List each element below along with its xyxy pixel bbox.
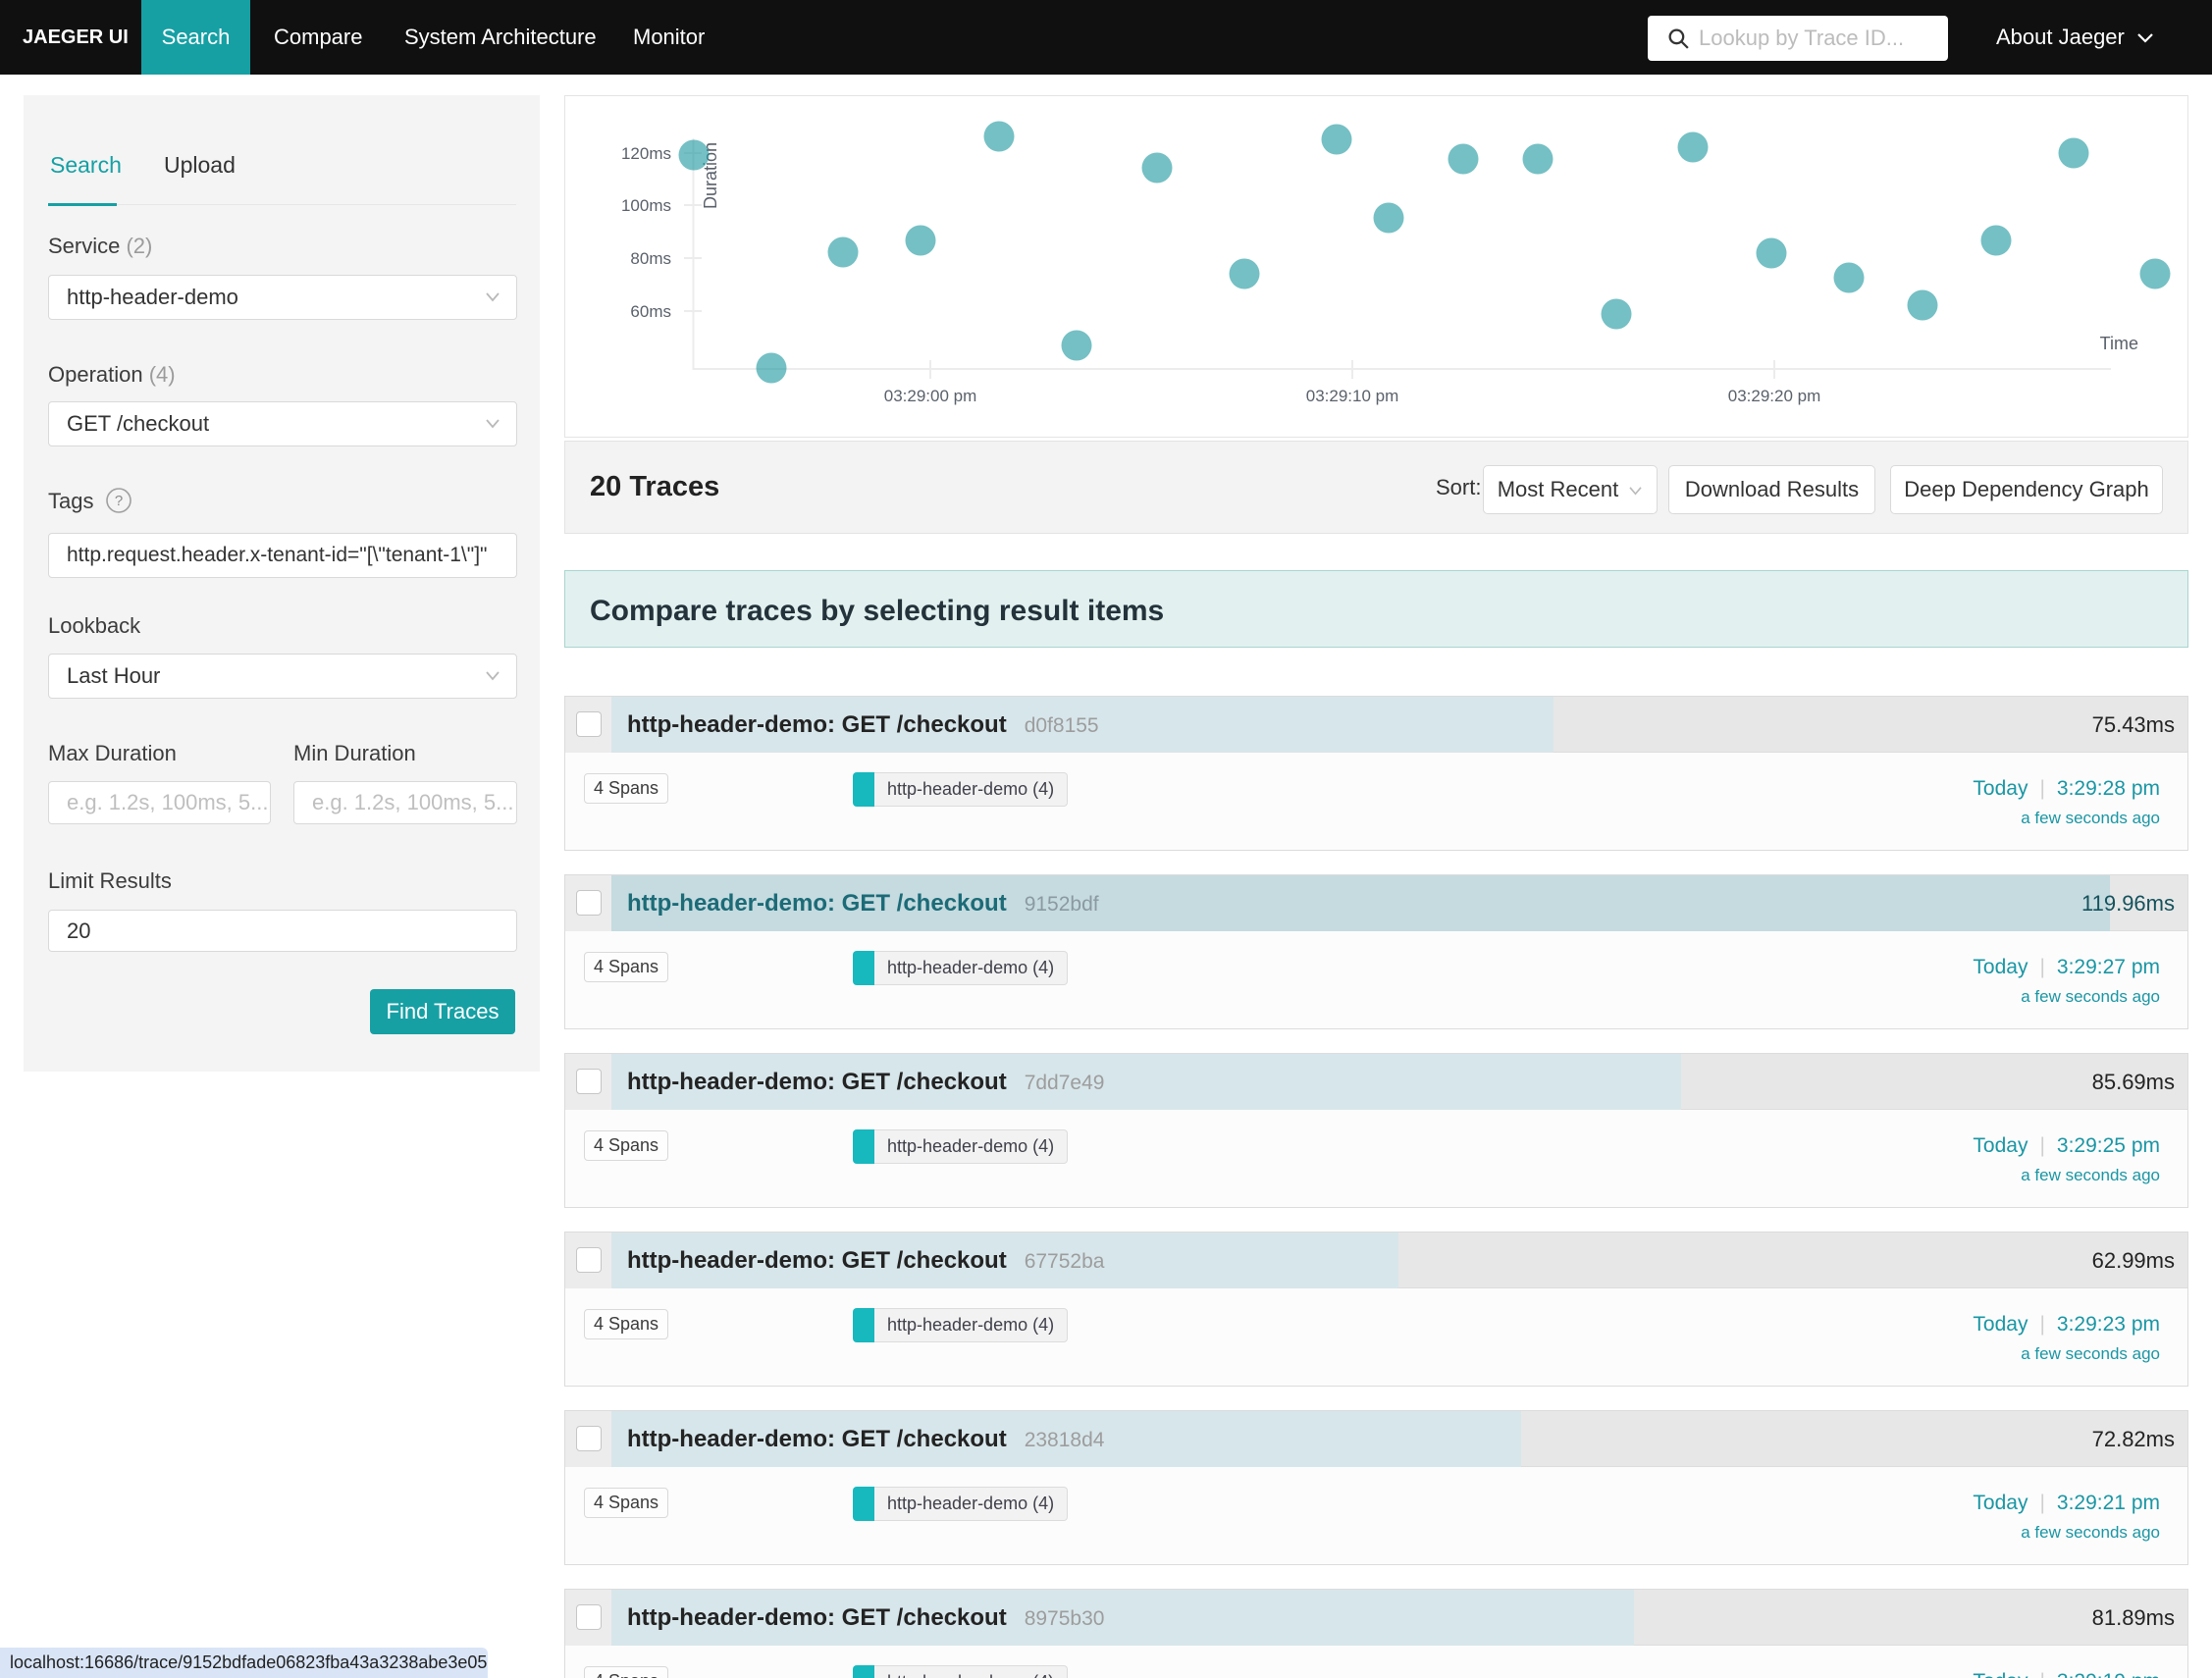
svg-text:03:29:00 pm: 03:29:00 pm bbox=[884, 387, 977, 405]
svg-text:03:29:10 pm: 03:29:10 pm bbox=[1306, 387, 1399, 405]
svg-text:?: ? bbox=[114, 493, 122, 509]
svg-text:60ms: 60ms bbox=[630, 302, 671, 321]
svg-text:03:29:20 pm: 03:29:20 pm bbox=[1728, 387, 1821, 405]
svg-text:100ms: 100ms bbox=[621, 196, 671, 215]
svg-text:Time: Time bbox=[2100, 334, 2138, 353]
svg-text:80ms: 80ms bbox=[630, 249, 671, 268]
svg-text:120ms: 120ms bbox=[621, 144, 671, 163]
